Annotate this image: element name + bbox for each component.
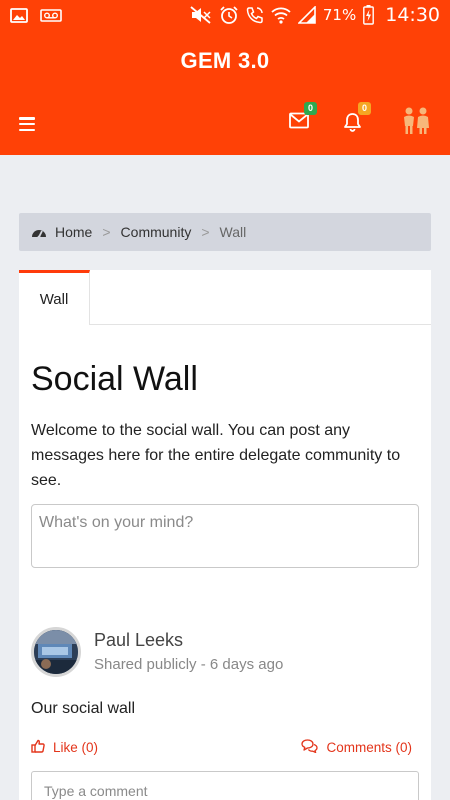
image-icon: [10, 7, 28, 23]
notifications-badge: 0: [358, 102, 371, 115]
users-icon: [401, 107, 431, 140]
like-label: Like (0): [53, 740, 99, 755]
messages-badge: 0: [304, 102, 317, 115]
envelope-icon: [289, 112, 309, 133]
breadcrumb: Home > Community > Wall: [19, 213, 431, 251]
tab-bar: Wall: [19, 270, 431, 325]
battery-percent: 71%: [322, 6, 357, 24]
thumbs-up-icon: [31, 739, 45, 756]
post-input[interactable]: [31, 504, 419, 568]
page-title: Social Wall: [31, 360, 198, 398]
clock: 14:30: [385, 4, 440, 26]
like-button[interactable]: Like (0): [31, 739, 98, 756]
wifi-call-icon: [246, 6, 264, 24]
comments-label: Comments (0): [326, 740, 412, 755]
comment-input[interactable]: [31, 771, 419, 800]
post-text: Our social wall: [31, 700, 136, 717]
breadcrumb-community[interactable]: Community: [121, 224, 192, 240]
avatar[interactable]: [31, 627, 81, 677]
battery-charging-icon: [363, 5, 375, 25]
breadcrumb-separator: >: [201, 224, 210, 240]
comments-button[interactable]: Comments (0): [301, 739, 412, 756]
tab-wall[interactable]: Wall: [19, 270, 90, 325]
wall-card: Wall Social Wall Welcome to the social w…: [19, 270, 431, 800]
breadcrumb-home[interactable]: Home: [55, 224, 92, 240]
voicemail-icon: [40, 8, 62, 22]
mute-icon: [190, 6, 212, 24]
bell-icon: [343, 113, 362, 136]
intro-text: Welcome to the social wall. You can post…: [31, 422, 401, 489]
status-bar: 71% 14:30: [0, 0, 450, 30]
comments-icon: [301, 739, 319, 756]
notifications-button[interactable]: 0: [343, 102, 371, 136]
breadcrumb-separator: >: [102, 224, 111, 240]
messages-button[interactable]: 0: [289, 102, 317, 136]
dashboard-icon: [31, 225, 47, 239]
users-button[interactable]: [401, 106, 431, 136]
wifi-icon: [271, 6, 291, 24]
app-header: GEM 3.0 0 0: [0, 30, 450, 155]
post-author[interactable]: Paul Leeks: [94, 630, 183, 651]
breadcrumb-wall: Wall: [219, 224, 247, 240]
alarm-icon: [219, 5, 239, 25]
signal-icon: [297, 6, 316, 24]
menu-icon[interactable]: [19, 117, 35, 131]
app-title: GEM 3.0: [180, 48, 270, 73]
post-meta: Shared publicly - 6 days ago: [94, 656, 284, 673]
